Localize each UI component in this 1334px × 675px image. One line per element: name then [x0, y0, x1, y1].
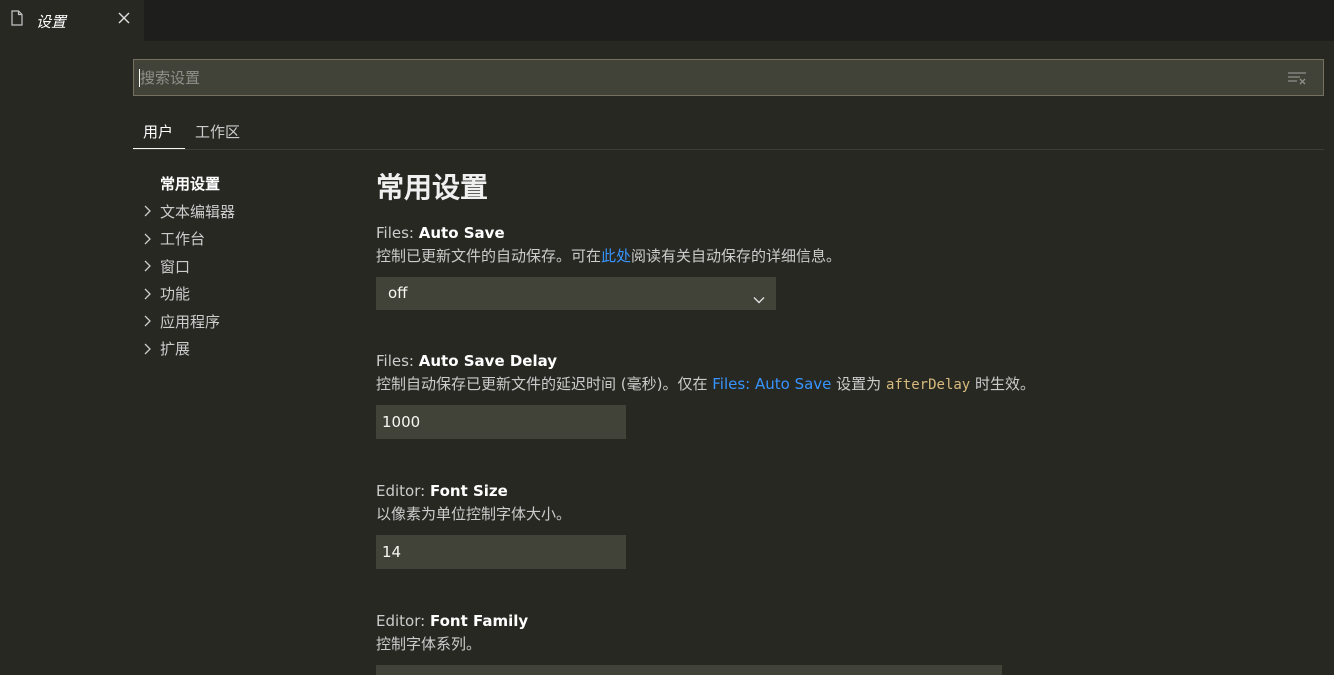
toc-item-label: 功能 [160, 285, 191, 304]
toc-item-window[interactable]: 窗口 [140, 253, 350, 281]
auto-save-delay-input[interactable] [376, 405, 626, 439]
setting-title: Files: Auto Save Delay [376, 350, 1035, 372]
toc-item-application[interactable]: 应用程序 [140, 308, 350, 336]
chevron-right-icon [140, 341, 160, 357]
font-family-input[interactable] [376, 665, 1002, 675]
toc-item-label: 工作台 [160, 230, 206, 249]
chevron-right-icon [140, 258, 160, 274]
toc-item-workbench[interactable]: 工作台 [140, 225, 350, 253]
setting-description: 控制已更新文件的自动保存。可在此处阅读有关自动保存的详细信息。 [376, 244, 841, 268]
settings-scope-tabs: 用户 工作区 [133, 112, 1324, 150]
setting-category: Files: [376, 352, 419, 370]
setting-name: Auto Save [418, 224, 505, 242]
desc-text: 设置为 [831, 375, 886, 393]
toc-item-label: 窗口 [160, 257, 191, 276]
chevron-right-icon [140, 313, 160, 329]
desc-text: 阅读有关自动保存的详细信息。 [631, 247, 842, 265]
settings-main: 常用设置 Files: Auto Save 控制已更新文件的自动保存。可在此处阅… [376, 168, 1316, 675]
auto-save-select[interactable]: off [376, 277, 776, 310]
setting-editor-font-size: Editor: Font Size 以像素为单位控制字体大小。 [376, 480, 626, 569]
autosave-docs-link[interactable]: 此处 [601, 247, 631, 265]
setting-title: Editor: Font Family [376, 610, 1002, 632]
tab-workspace[interactable]: 工作区 [195, 121, 240, 142]
tab-title: 设置 [36, 13, 67, 31]
font-size-input[interactable] [376, 535, 626, 569]
settings-search-box [133, 59, 1324, 96]
tab-user[interactable]: 用户 [143, 121, 173, 142]
settings-tab[interactable]: 设置 [0, 0, 144, 41]
setting-name: Font Size [429, 482, 508, 500]
setting-title: Files: Auto Save [376, 222, 841, 244]
setting-title: Editor: Font Size [376, 480, 626, 502]
auto-save-setting-link[interactable]: Files: Auto Save [712, 375, 831, 393]
close-icon[interactable] [116, 10, 132, 26]
setting-description: 控制字体系列。 [376, 635, 482, 653]
setting-files-auto-save-delay: Files: Auto Save Delay 控制自动保存已更新文件的延迟时间 … [376, 350, 1035, 439]
toc-item-label: 扩展 [160, 340, 191, 359]
setting-category: Editor: [376, 482, 430, 500]
file-icon [11, 10, 23, 26]
setting-category: Editor: [376, 612, 430, 630]
desc-text: 控制已更新文件的自动保存。可在 [376, 247, 602, 265]
toc-item-features[interactable]: 功能 [140, 280, 350, 308]
select-value: off [388, 284, 408, 302]
toc-item-label: 文本编辑器 [160, 202, 236, 221]
search-input[interactable] [134, 60, 1323, 95]
settings-toc: 常用设置 文本编辑器 工作台 窗口 功能 应用程序 扩展 [140, 170, 350, 363]
chevron-right-icon [140, 203, 160, 219]
toc-item-extensions[interactable]: 扩展 [140, 335, 350, 363]
setting-description: 以像素为单位控制字体大小。 [376, 505, 572, 523]
setting-editor-font-family: Editor: Font Family 控制字体系列。 [376, 610, 1002, 675]
setting-category: Files: [376, 224, 419, 242]
desc-text: 时生效。 [970, 375, 1036, 393]
toc-item-label: 应用程序 [160, 312, 221, 331]
chevron-right-icon [140, 286, 160, 302]
toc-item-text-editor[interactable]: 文本编辑器 [140, 198, 350, 226]
code-value: afterDelay [885, 377, 971, 393]
editor-tab-bar: 设置 [0, 0, 1334, 41]
clear-filter-icon[interactable] [1287, 70, 1307, 86]
chevron-right-icon [140, 231, 160, 247]
active-tab-indicator [133, 148, 185, 149]
toc-item-common[interactable]: 常用设置 [140, 170, 350, 198]
setting-name: Auto Save Delay [418, 352, 558, 370]
chevron-down-icon [752, 286, 766, 304]
setting-name: Font Family [429, 612, 529, 630]
text-caret [139, 69, 140, 87]
desc-text: 控制自动保存已更新文件的延迟时间 (毫秒)。仅在 [376, 375, 713, 393]
setting-files-auto-save: Files: Auto Save 控制已更新文件的自动保存。可在此处阅读有关自动… [376, 222, 841, 310]
setting-description: 控制自动保存已更新文件的延迟时间 (毫秒)。仅在 Files: Auto Sav… [376, 372, 1035, 396]
section-title: 常用设置 [376, 171, 489, 204]
